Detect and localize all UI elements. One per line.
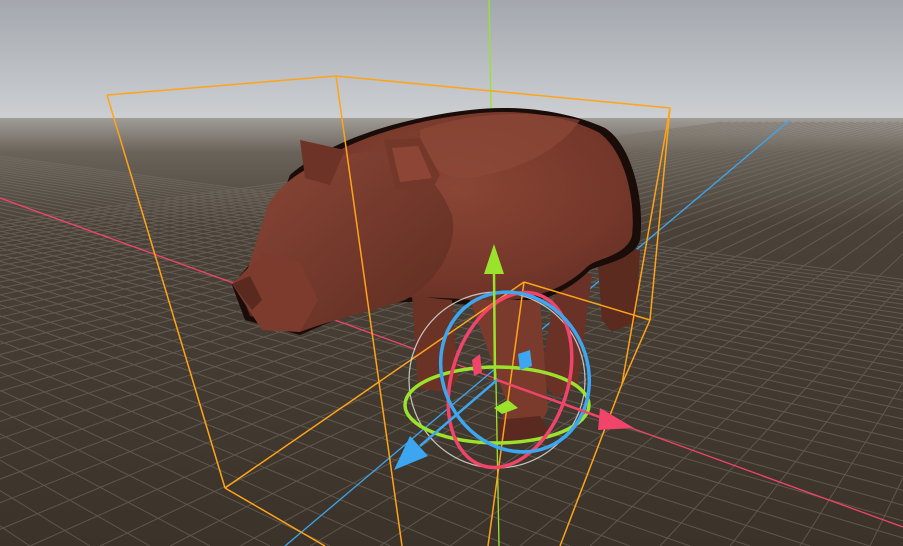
scene-canvas[interactable] [0,0,903,546]
translate-shaft-y [492,271,497,381]
sky-background [0,0,903,125]
3d-viewport[interactable] [0,0,903,546]
